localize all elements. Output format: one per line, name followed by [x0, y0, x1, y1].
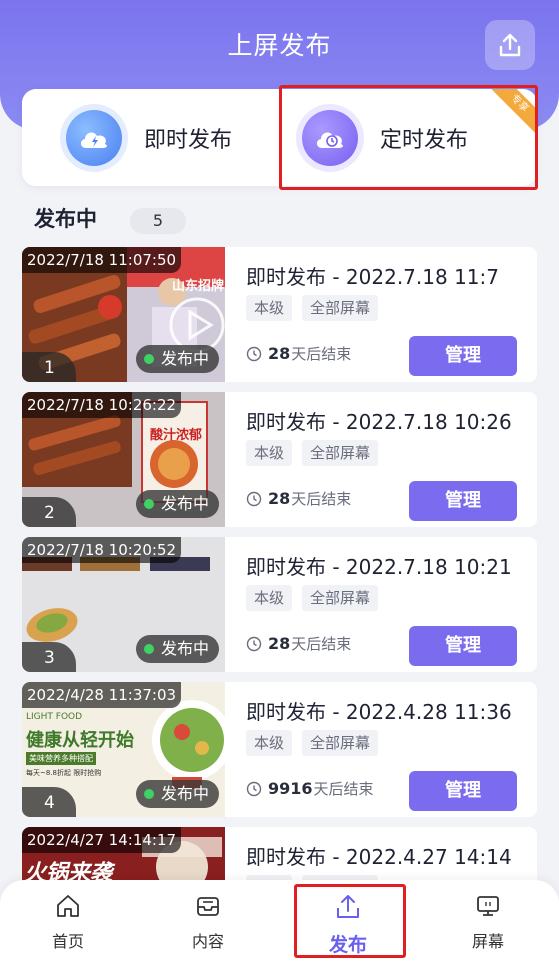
tag-screens: 全部屏幕	[302, 585, 379, 611]
thumbnail-timestamp: 2022/7/18 11:07:50	[22, 247, 182, 273]
thumbnail-timestamp: 2022/4/28 11:37:03	[22, 682, 182, 708]
upload-button[interactable]	[485, 20, 535, 70]
thumbnail-timestamp: 2022/7/18 10:20:52	[22, 537, 182, 563]
remaining-suffix: 天后结束	[313, 780, 374, 798]
manage-button[interactable]: 管理	[409, 481, 517, 521]
status-text: 发布中	[160, 639, 209, 658]
monitor-icon	[477, 896, 499, 916]
publish-list: 山东招牌 2022/7/18 11:07:50 1 发布中 即时发布 - 202…	[22, 247, 537, 962]
status-badge: 发布中	[135, 780, 219, 808]
timed-publish-option[interactable]: 定时发布	[280, 89, 537, 186]
clock-icon	[246, 491, 262, 506]
status-badge: 发布中	[135, 345, 219, 373]
item-title: 即时发布 - 2022.4.28 11:36	[246, 700, 512, 724]
tab-screen[interactable]: 屏幕	[438, 892, 538, 952]
thumbnail-big-text: 健康从轻开始	[26, 730, 134, 751]
tag-level: 本级	[246, 295, 293, 321]
status-badge: 发布中	[135, 490, 219, 518]
remaining-suffix: 天后结束	[291, 345, 352, 363]
status-dot	[143, 789, 154, 799]
page-title: 上屏发布	[227, 31, 332, 60]
thumbnail: 酸汁浓郁 2022/7/18 10:26:22 2 发布中	[22, 392, 225, 527]
tag-level: 本级	[246, 585, 293, 611]
remaining-time: 9916 天后结束	[246, 778, 374, 799]
remaining-suffix: 天后结束	[291, 490, 352, 508]
thumbnail-index: 4	[22, 787, 76, 817]
list-item[interactable]: 2022/7/18 10:20:52 3 发布中 即时发布 - 2022.7.1…	[22, 537, 537, 672]
remaining-suffix: 天后结束	[291, 635, 352, 653]
upload-icon	[499, 33, 521, 57]
thumbnail-sign-text: 酸汁浓郁	[150, 428, 203, 443]
bottom-tab-bar: 首页 内容 发布 屏幕	[0, 880, 559, 962]
tab-publish-label: 发布	[328, 934, 367, 956]
thumbnail: 山东招牌 2022/7/18 11:07:50 1 发布中	[22, 247, 225, 382]
item-title: 即时发布 - 2022.7.18 10:21	[246, 555, 512, 579]
thumbnail-index: 2	[22, 497, 76, 527]
tab-home[interactable]: 首页	[18, 892, 118, 952]
tab-content[interactable]: 内容	[158, 892, 258, 952]
instant-publish-option[interactable]: 即时发布	[22, 89, 280, 186]
count-badge: 5	[130, 208, 186, 234]
list-item[interactable]: LIGHT FOOD 健康从轻开始 美味营养多种搭配 每天~8.8折起 限时抢购…	[22, 682, 537, 817]
thumbnail-sub-text: 美味营养多种搭配	[26, 752, 96, 765]
remaining-days: 9916	[268, 779, 313, 798]
status-text: 发布中	[160, 494, 209, 513]
remaining-time: 28 天后结束	[246, 633, 351, 654]
remaining-days: 28	[268, 489, 291, 508]
tab-screen-label: 屏幕	[471, 932, 504, 951]
status-text: 发布中	[160, 784, 209, 803]
tab-home-label: 首页	[51, 932, 84, 951]
manage-button[interactable]: 管理	[409, 626, 517, 666]
list-item[interactable]: 酸汁浓郁 2022/7/18 10:26:22 2 发布中 即时发布 - 202…	[22, 392, 537, 527]
clock-icon	[246, 781, 262, 796]
thumbnail-small-text: LIGHT FOOD	[26, 712, 83, 722]
remaining-days: 28	[268, 344, 291, 363]
cloud-clock-icon	[302, 109, 358, 166]
timed-publish-label: 定时发布	[380, 127, 469, 153]
clock-icon	[246, 346, 262, 361]
thumbnail-sub-text-2: 每天~8.8折起 限时抢购	[26, 769, 102, 777]
publish-mode-card: 即时发布 定时发布 专享	[22, 89, 537, 186]
remaining-time: 28 天后结束	[246, 488, 351, 509]
status-dot	[143, 644, 154, 654]
remaining-time: 28 天后结束	[246, 343, 351, 364]
item-title: 即时发布 - 2022.7.18 10:26	[246, 410, 512, 434]
home-icon	[57, 895, 79, 917]
manage-button[interactable]: 管理	[409, 771, 517, 811]
thumbnail-index: 3	[22, 642, 76, 672]
status-text: 发布中	[160, 349, 209, 368]
status-badge: 发布中	[135, 635, 219, 663]
tab-publish[interactable]: 发布	[298, 892, 398, 957]
thumbnail-sign-text: 山东招牌	[172, 279, 225, 294]
thumbnail-index: 1	[22, 352, 76, 382]
status-dot	[143, 354, 154, 364]
upload-icon	[337, 895, 359, 918]
clock-icon	[246, 636, 262, 651]
thumbnail-timestamp: 2022/4/27 14:14:17	[22, 827, 182, 853]
remaining-days: 28	[268, 634, 291, 653]
thumbnail: 2022/7/18 10:20:52 3 发布中	[22, 537, 225, 672]
tag-screens: 全部屏幕	[302, 440, 379, 466]
tag-screens: 全部屏幕	[302, 730, 379, 756]
item-title: 即时发布 - 2022.4.27 14:14	[246, 845, 512, 869]
thumbnail: LIGHT FOOD 健康从轻开始 美味营养多种搭配 每天~8.8折起 限时抢购…	[22, 682, 225, 817]
tag-level: 本级	[246, 440, 293, 466]
tag-level: 本级	[246, 730, 293, 756]
cloud-lightning-icon	[66, 109, 122, 166]
item-title: 即时发布 - 2022.7.18 11:7	[246, 265, 499, 289]
instant-publish-label: 即时发布	[144, 127, 233, 153]
section-title: 发布中	[34, 207, 97, 231]
status-dot	[143, 499, 154, 509]
list-item[interactable]: 山东招牌 2022/7/18 11:07:50 1 发布中 即时发布 - 202…	[22, 247, 537, 382]
inbox-icon	[197, 897, 219, 916]
tag-screens: 全部屏幕	[302, 295, 379, 321]
manage-button[interactable]: 管理	[409, 336, 517, 376]
thumbnail-timestamp: 2022/7/18 10:26:22	[22, 392, 182, 418]
tab-content-label: 内容	[191, 932, 224, 951]
